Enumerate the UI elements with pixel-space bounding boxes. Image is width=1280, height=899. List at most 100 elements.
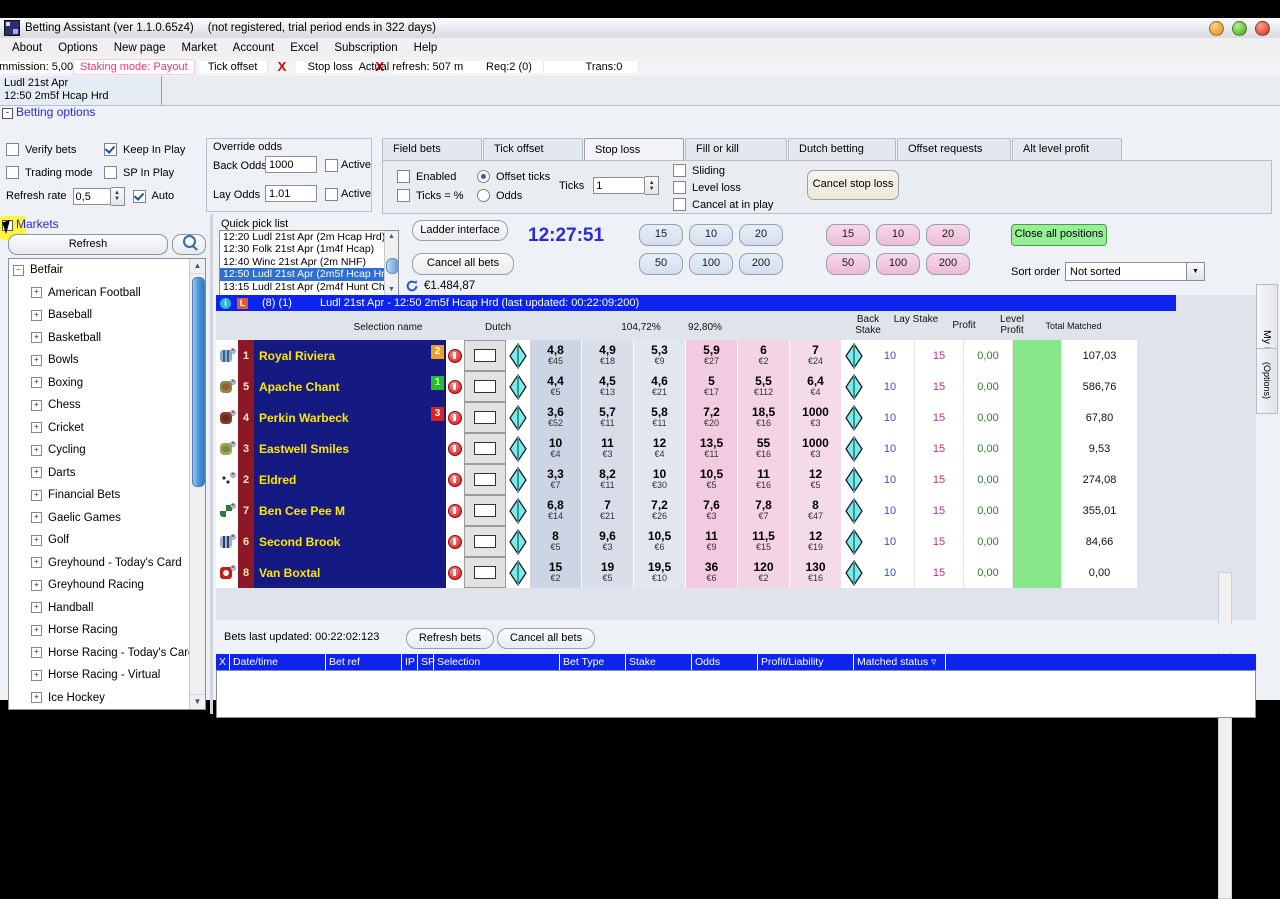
plus-icon[interactable]: + [31, 287, 42, 299]
lay-ladder-icon[interactable] [842, 526, 866, 557]
back-odds-cell[interactable]: 4,5 €13 [582, 371, 634, 402]
bets-column-header[interactable]: IP [402, 654, 418, 670]
tab-dutch-betting[interactable]: Dutch betting [788, 138, 896, 161]
lay-odds-cell[interactable]: 1000 €3 [790, 433, 842, 464]
back-odds-cell[interactable]: 15 €2 [530, 557, 582, 588]
lay-stake-cell[interactable]: 15 [915, 433, 964, 464]
grid-vertical-scrollbar[interactable] [1218, 572, 1232, 899]
selection-name-cell[interactable]: Eldred [254, 464, 446, 495]
markets-refresh-button[interactable]: Refresh [8, 234, 168, 255]
tree-node-item[interactable]: + Darts [9, 462, 205, 485]
table-row[interactable]: 1 Royal Riviera 2 4,8 €45 4,9 €18 5,3 €9 … [216, 340, 1138, 371]
back-odds-input[interactable] [265, 156, 317, 173]
offset-ticks-radio[interactable] [477, 170, 490, 183]
ticks-input[interactable]: 1 [593, 177, 646, 194]
dutch-checkbox[interactable] [474, 380, 496, 393]
sliding-checkbox[interactable] [673, 164, 686, 177]
table-row[interactable]: 5 Apache Chant 1 4,4 €5 4,5 €13 4,6 €21 5… [216, 371, 1138, 402]
minimize-button[interactable] [1209, 21, 1224, 36]
close-button[interactable] [1255, 21, 1270, 36]
tree-node-item[interactable]: + Horse Racing - Virtual [9, 664, 205, 687]
minus-icon[interactable]: − [13, 264, 24, 276]
bets-column-header[interactable]: Bet Type [560, 654, 626, 670]
plus-icon[interactable]: + [31, 692, 42, 704]
back-ladder-icon[interactable] [506, 433, 530, 464]
bets-column-header[interactable]: Date/time [230, 654, 326, 670]
quick-pick-list[interactable]: 12:20 Ludl 21st Apr (2m Hcap Hrd) 12:30 F… [219, 230, 399, 296]
plus-icon[interactable]: + [31, 624, 42, 636]
back-odds-cell[interactable]: 4,8 €45 [530, 340, 582, 371]
bets-column-header[interactable]: SP [418, 654, 435, 670]
refresh-icon[interactable] [405, 279, 419, 293]
quick-pick-item[interactable]: 12:30 Folk 21st Apr (1m4f Hcap) [220, 243, 398, 255]
cancel-at-in-play-checkbox[interactable] [673, 198, 686, 211]
my-bets-options-tab[interactable]: (Options) [1256, 348, 1278, 414]
plus-icon[interactable]: + [31, 354, 42, 366]
tree-node-item[interactable]: + Chess [9, 394, 205, 417]
lay-odds-cell[interactable]: 8 €47 [790, 495, 842, 526]
selection-name-cell[interactable]: Eastwell Smiles [254, 433, 446, 464]
back-stake-cell[interactable]: 10 [866, 371, 915, 402]
lay-stake-cell[interactable]: 15 [915, 526, 964, 557]
back-odds-cell[interactable]: 7 €21 [582, 495, 634, 526]
close-all-positions-button[interactable]: Close all positions [1011, 224, 1107, 246]
tree-node-item[interactable]: + Horse Racing [9, 619, 205, 642]
back-ladder-icon[interactable] [506, 464, 530, 495]
back-odds-cell[interactable]: 4,4 €5 [530, 371, 582, 402]
trading-mode-row[interactable]: Trading mode [6, 161, 104, 184]
lay-odds-cell[interactable]: 12 €19 [790, 526, 842, 557]
refresh-bets-button[interactable]: Refresh bets [406, 628, 494, 649]
plus-icon[interactable]: + [31, 602, 42, 614]
lay-stake-cell[interactable]: 15 [915, 557, 964, 588]
quick-pick-item[interactable]: 12:50 Ludl 21st Apr (2m5f Hcap Hrd) [220, 268, 398, 281]
back-ladder-icon[interactable] [506, 402, 530, 433]
back-ladder-icon[interactable] [506, 495, 530, 526]
lay-odds-cell[interactable]: 11 €16 [738, 464, 790, 495]
back-stake-cell[interactable]: 10 [866, 402, 915, 433]
lay-stake-button-20[interactable]: 20 [926, 224, 970, 246]
back-stake-button-100[interactable]: 100 [689, 253, 733, 275]
lay-ladder-icon[interactable] [842, 557, 866, 588]
back-odds-cell[interactable]: 6,8 €14 [530, 495, 582, 526]
lay-ladder-icon[interactable] [842, 464, 866, 495]
back-ladder-icon[interactable] [506, 526, 530, 557]
dutch-checkbox[interactable] [474, 411, 496, 424]
tab-tick-offset[interactable]: Tick offset [483, 138, 583, 161]
back-odds-cell[interactable]: 7,2 €26 [634, 495, 686, 526]
dutch-checkbox[interactable] [474, 349, 496, 362]
tree-node-betfair[interactable]: − Betfair [9, 259, 205, 282]
menu-excel[interactable]: Excel [282, 40, 326, 56]
ticks-percent-checkbox[interactable] [397, 189, 410, 202]
plus-icon[interactable]: + [31, 309, 42, 321]
verify-bets-row[interactable]: Verify bets [6, 138, 104, 161]
ladder-interface-button[interactable]: Ladder interface [412, 220, 508, 241]
lay-stake-cell[interactable]: 15 [915, 340, 964, 371]
back-stake-cell[interactable]: 10 [866, 433, 915, 464]
lay-odds-active-checkbox[interactable] [325, 188, 338, 201]
trading-mode-checkbox[interactable] [6, 166, 19, 179]
bets-column-header[interactable]: X [216, 654, 230, 670]
tree-node-item[interactable]: + Handball [9, 597, 205, 620]
plus-icon[interactable]: + [31, 422, 42, 434]
plus-icon[interactable]: + [31, 332, 42, 344]
lay-odds-cell[interactable]: 5,9 €27 [686, 340, 738, 371]
page-tab-ludl[interactable]: Ludl 21st Apr 12:50 2m5f Hcap Hrd [0, 76, 162, 105]
sort-order-select[interactable]: Not sorted ▼ [1065, 262, 1205, 281]
lay-odds-cell[interactable]: 7,2 €20 [686, 402, 738, 433]
dutch-checkbox[interactable] [474, 504, 496, 517]
lay-stake-cell[interactable]: 15 [915, 402, 964, 433]
bets-column-header[interactable]: Profit/Liability [758, 654, 854, 670]
table-row[interactable]: 8 Van Boxtal 15 €2 19 €5 19,5 €10 36 €6 … [216, 557, 1138, 588]
table-row[interactable]: 2 Eldred 3,3 €7 8,2 €11 10 €30 10,5 €5 1… [216, 464, 1138, 495]
tab-alt-level-profit[interactable]: Alt level profit [1012, 138, 1122, 161]
remove-runner-button[interactable] [446, 464, 464, 495]
selection-name-cell[interactable]: Apache Chant 1 [254, 371, 446, 402]
tab-fill-or-kill[interactable]: Fill or kill [685, 138, 787, 161]
dutch-checkbox[interactable] [474, 442, 496, 455]
lay-odds-cell[interactable]: 36 €6 [686, 557, 738, 588]
menu-market[interactable]: Market [174, 40, 225, 56]
quick-pick-item[interactable]: 12:20 Ludl 21st Apr (2m Hcap Hrd) [220, 231, 398, 243]
lay-odds-cell[interactable]: 7,6 €3 [686, 495, 738, 526]
tab-field-bets[interactable]: Field bets [382, 138, 482, 161]
lay-odds-cell[interactable]: 10,5 €5 [686, 464, 738, 495]
